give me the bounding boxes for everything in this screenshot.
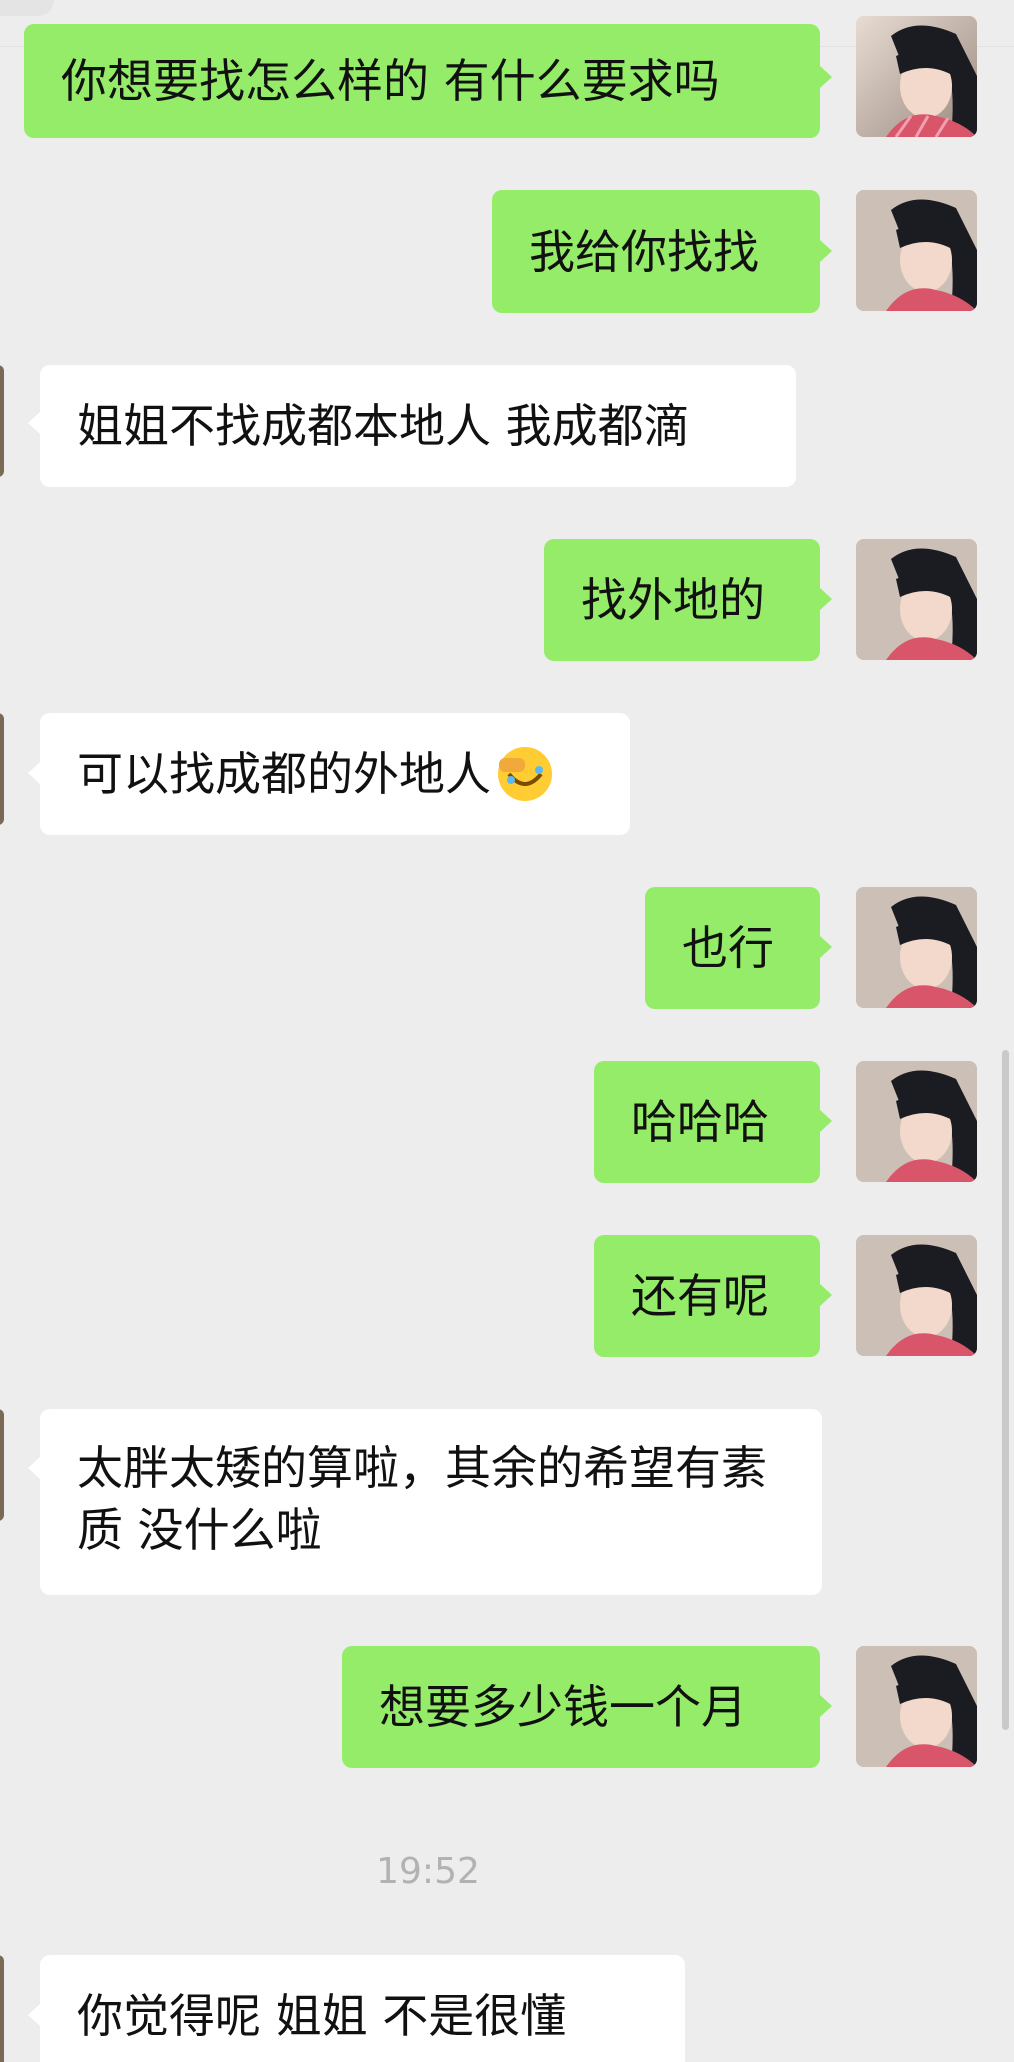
message-text: 找外地的 [581,573,765,627]
message-text: 姐姐不找成都本地人 我成都滴 [77,399,690,453]
contact-avatar[interactable] [0,1409,4,1521]
message-text: 可以找成都的外地人 [77,747,491,801]
message-text: 你想要找怎么样的 有什么要求吗 [61,54,720,108]
user-avatar[interactable] [856,1235,977,1356]
message-bubble-incoming[interactable]: 你觉得呢 姐姐 不是很懂 [40,1955,685,2062]
scrollbar[interactable] [1002,1050,1009,1730]
user-avatar[interactable] [856,190,977,311]
user-avatar[interactable] [856,887,977,1008]
message-text: 太胖太矮的算啦，其余的希望有素质 没什么啦 [77,1441,767,1557]
message-bubble-incoming[interactable]: 姐姐不找成都本地人 我成都滴 [40,365,796,487]
message-text: 你觉得呢 姐姐 不是很懂 [77,1989,567,2043]
message-bubble-outgoing[interactable]: 哈哈哈 [594,1061,820,1183]
message-bubble-outgoing[interactable]: 想要多少钱一个月 [342,1646,820,1768]
message-bubble-incoming[interactable]: 太胖太矮的算啦，其余的希望有素质 没什么啦 [40,1409,822,1595]
user-avatar[interactable] [856,539,977,660]
message-text: 哈哈哈 [631,1095,769,1149]
message-bubble-outgoing[interactable]: 我给你找找 [492,190,820,313]
contact-avatar[interactable] [0,713,4,825]
message-text: 想要多少钱一个月 [379,1680,747,1734]
user-avatar[interactable] [856,1061,977,1182]
user-avatar[interactable] [856,1646,977,1767]
chat-window: 你想要找怎么样的 有什么要求吗 我给你找找 姐姐不找成都本地人 我成都滴 找外地… [0,0,1014,2062]
back-button-edge[interactable] [0,0,54,16]
message-bubble-outgoing[interactable]: 找外地的 [544,539,820,661]
message-text: 也行 [682,921,774,975]
message-text: 还有呢 [631,1269,769,1323]
contact-avatar[interactable] [0,1955,4,2062]
message-text: 我给你找找 [529,224,759,279]
message-bubble-outgoing[interactable]: 也行 [645,887,820,1009]
message-timestamp: 19:52 [376,1851,480,1892]
title-fragment [385,0,455,6]
user-avatar[interactable] [856,16,977,137]
message-bubble-outgoing[interactable]: 还有呢 [594,1235,820,1357]
facepalm-emoji-icon [495,744,555,804]
message-bubble-outgoing[interactable]: 你想要找怎么样的 有什么要求吗 [24,24,820,138]
message-bubble-incoming[interactable]: 可以找成都的外地人 [40,713,630,835]
contact-avatar[interactable] [0,365,4,477]
